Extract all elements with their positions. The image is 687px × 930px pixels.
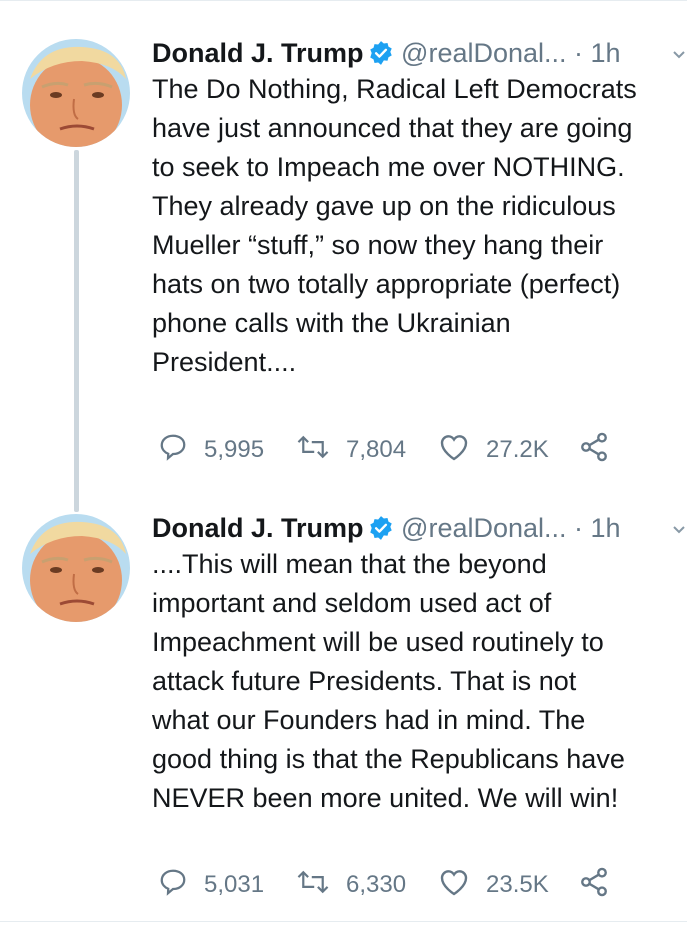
handle[interactable]: @realDonal... (401, 38, 566, 68)
reply-icon (158, 432, 188, 469)
tweet[interactable]: Donald J. Trump @realDonal... · 1h The D… (0, 34, 687, 504)
avatar[interactable] (22, 514, 130, 622)
handle[interactable]: @realDonal... (401, 513, 566, 543)
share-button[interactable] (578, 867, 610, 903)
retweet-count: 6,330 (346, 871, 407, 898)
tweet-header: Donald J. Trump @realDonal... · 1h (152, 509, 621, 547)
like-button[interactable]: 23.5K (438, 867, 549, 903)
reply-count: 5,995 (204, 436, 265, 463)
reply-button[interactable]: 5,995 (158, 432, 264, 468)
share-icon (578, 866, 610, 905)
display-name[interactable]: Donald J. Trump (152, 513, 364, 543)
retweet-button[interactable]: 7,804 (296, 432, 406, 468)
tweet-text: The Do Nothing, Radical Left Democrats h… (152, 74, 637, 377)
share-button[interactable] (578, 432, 610, 468)
tweet-header: Donald J. Trump @realDonal... · 1h (152, 34, 621, 72)
timestamp[interactable]: · 1h (574, 38, 621, 68)
like-count: 27.2K (486, 436, 549, 463)
display-name[interactable]: Donald J. Trump (152, 38, 364, 68)
like-button[interactable]: 27.2K (438, 432, 549, 468)
retweet-icon (296, 867, 330, 904)
tweet[interactable]: Donald J. Trump @realDonal... · 1h ....T… (0, 509, 687, 919)
avatar[interactable] (22, 39, 130, 147)
heart-icon (438, 867, 470, 904)
top-divider (0, 0, 687, 1)
reply-count: 5,031 (204, 871, 265, 898)
reply-button[interactable]: 5,031 (158, 867, 264, 903)
heart-icon (438, 432, 470, 469)
like-count: 23.5K (486, 871, 549, 898)
tweet-actions: 5,995 7,804 27.2K (152, 432, 672, 468)
chevron-down-icon[interactable] (672, 523, 686, 542)
tweet-actions: 5,031 6,330 23.5K (152, 867, 672, 903)
bottom-divider (0, 921, 687, 922)
chevron-down-icon[interactable] (672, 48, 686, 67)
reply-icon (158, 867, 188, 904)
retweet-count: 7,804 (346, 436, 407, 463)
timestamp[interactable]: · 1h (574, 513, 621, 543)
share-icon (578, 431, 610, 470)
tweet-text: ....This will mean that the beyond impor… (152, 549, 625, 813)
retweet-icon (296, 432, 330, 469)
retweet-button[interactable]: 6,330 (296, 867, 406, 903)
